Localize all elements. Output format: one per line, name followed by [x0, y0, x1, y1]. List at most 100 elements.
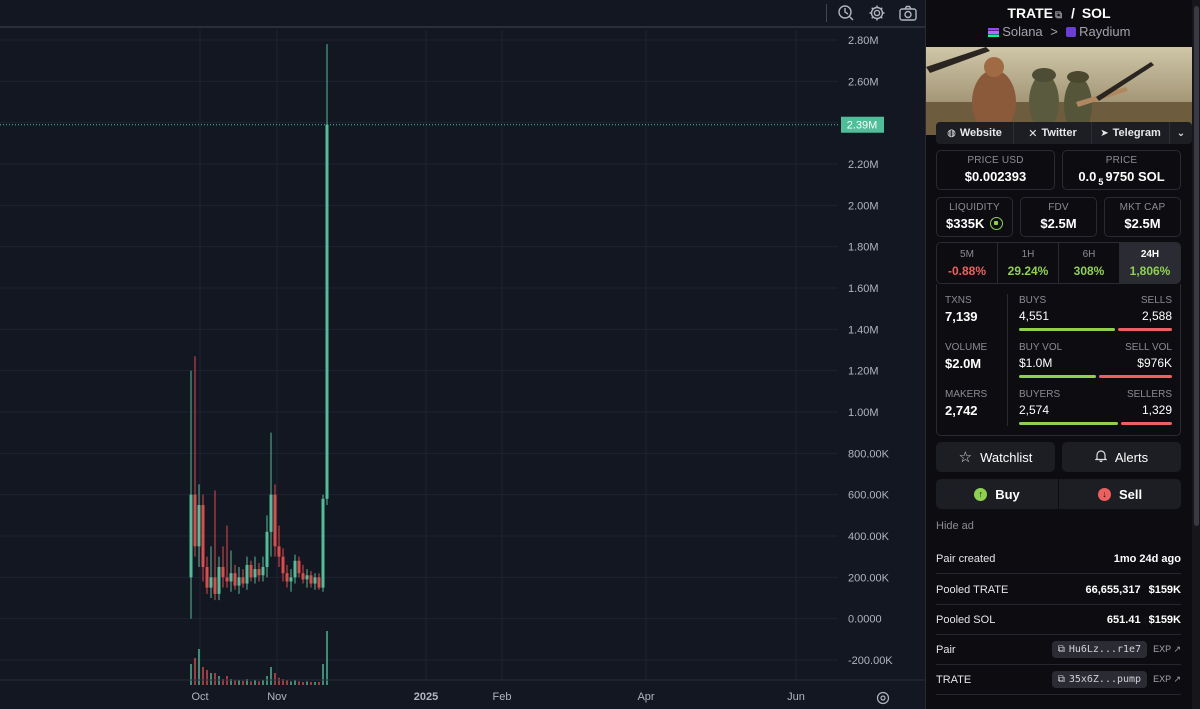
telegram-label: Telegram	[1112, 127, 1161, 139]
indicators-icon[interactable]	[835, 3, 857, 23]
y-tick-label: 1.60M	[848, 283, 879, 295]
token-address-copy[interactable]: ⧉ 35x6Z...pump	[1051, 671, 1148, 688]
tab-change: -0.88%	[947, 264, 987, 278]
volume-bar	[194, 658, 196, 685]
x-tick-label: Oct	[191, 691, 208, 703]
candle-body	[309, 575, 313, 584]
tab-24h[interactable]: 24H 1,806%	[1120, 243, 1180, 283]
arrow-up-icon: ↑	[974, 487, 988, 501]
volume-bar	[262, 680, 264, 685]
candle-body	[205, 567, 209, 588]
candle-body	[281, 556, 285, 574]
liquidity-value: $335K	[946, 216, 985, 231]
volume-bar	[254, 680, 256, 685]
price-chart[interactable]: 2.80M2.60M2.40M2.20M2.00M1.80M1.60M1.40M…	[0, 30, 925, 709]
candle-body	[189, 494, 193, 578]
pair-separator: /	[1071, 5, 1075, 21]
volume-bar	[302, 682, 304, 685]
watchlist-button[interactable]: ☆ Watchlist	[936, 442, 1055, 472]
x-icon: ✕	[1028, 127, 1038, 140]
tab-change: 29.24%	[1007, 264, 1049, 278]
pooled-base-amount: 66,655,317	[1085, 583, 1141, 596]
candle-body	[213, 577, 217, 594]
globe-icon: ◍	[947, 127, 956, 139]
pooled-base-label: Pooled TRATE	[936, 583, 1009, 596]
token-info-panel: TRATE ⧉ / SOL Solana > Raydium ◍ Website…	[925, 0, 1200, 709]
toolbar-divider	[826, 4, 827, 22]
alerts-label: Alerts	[1114, 449, 1149, 465]
txns-label: TXNS	[945, 295, 972, 306]
candle-body	[229, 573, 233, 582]
bell-icon	[1094, 449, 1108, 465]
copy-icon: ⧉	[1057, 644, 1065, 655]
token-address-label: TRATE	[936, 673, 972, 686]
price-sol-value: 0.0 5 9750 SOL	[1063, 169, 1180, 187]
tab-label: 24H	[1140, 249, 1160, 260]
tab-1h[interactable]: 1H 29.24%	[998, 243, 1059, 283]
raydium-icon	[1065, 27, 1076, 37]
x-tick-label: Nov	[267, 691, 287, 703]
candle-body	[249, 564, 253, 578]
twitter-link[interactable]: ✕ Twitter	[1014, 122, 1092, 144]
y-tick-label: 200.00K	[848, 572, 890, 584]
external-link-icon: ↗	[1173, 674, 1181, 684]
pooled-quote-amount: 651.41	[1106, 613, 1141, 626]
candle-body	[277, 546, 281, 557]
fdv-box: FDV $2.5M	[1020, 197, 1097, 237]
candle-body	[241, 577, 245, 584]
panel-scrollbar[interactable]	[1194, 6, 1199, 526]
y-tick-label: 1.80M	[848, 242, 879, 254]
dex-link[interactable]: Raydium	[1079, 24, 1130, 39]
pair-created-row: Pair created 1mo 24d ago	[936, 544, 1181, 574]
candle-body	[201, 505, 205, 567]
candle-body	[301, 573, 305, 580]
hide-ad-link[interactable]: Hide ad	[936, 520, 974, 532]
explorer-label: EXP	[1153, 674, 1171, 684]
tab-change: 1,806%	[1129, 264, 1171, 278]
pair-header: TRATE ⧉ / SOL Solana > Raydium	[926, 0, 1200, 46]
sellvol-value: $976K	[1137, 356, 1172, 370]
base-symbol: TRATE	[1007, 5, 1054, 21]
candle-body	[289, 577, 293, 582]
chain-link[interactable]: Solana	[1002, 24, 1042, 39]
volume-bar	[290, 681, 292, 685]
axis-settings-icon[interactable]	[876, 691, 890, 705]
buyers-label: BUYERS	[1019, 389, 1061, 400]
price-zero-count: 5	[1098, 176, 1104, 187]
telegram-link[interactable]: ➤ Telegram	[1092, 122, 1170, 144]
candle-body	[269, 494, 273, 532]
more-links-button[interactable]: ⌄	[1170, 122, 1192, 144]
sellvol-label: SELL VOL	[1125, 342, 1172, 353]
pair-address-copy[interactable]: ⧉ Hu6Lz...r1e7	[1051, 641, 1148, 658]
lock-icon[interactable]	[989, 217, 1003, 230]
volume-bar	[202, 667, 204, 685]
camera-icon[interactable]	[897, 3, 919, 23]
tab-6h[interactable]: 6H 308%	[1059, 243, 1120, 283]
settings-icon[interactable]	[866, 3, 888, 23]
chart-area[interactable]: 2.80M2.60M2.40M2.20M2.00M1.80M1.60M1.40M…	[0, 0, 925, 709]
token-explorer-link[interactable]: EXP ↗	[1153, 674, 1181, 685]
tab-5m[interactable]: 5M -0.88%	[937, 243, 998, 283]
candle-body	[237, 577, 241, 586]
pair-explorer-link[interactable]: EXP ↗	[1153, 644, 1181, 655]
fdv-label: FDV	[1048, 202, 1069, 213]
candle-body	[273, 494, 277, 547]
y-tick-label: 1.00M	[848, 407, 879, 419]
buy-button[interactable]: ↑ Buy	[936, 479, 1058, 509]
candle-body	[257, 569, 261, 576]
candle-body	[285, 573, 289, 582]
price-rest: 9750 SOL	[1105, 169, 1165, 184]
arrow-down-icon: ↓	[1097, 487, 1111, 501]
buyvol-value: $1.0M	[1019, 356, 1053, 370]
alerts-button[interactable]: Alerts	[1062, 442, 1181, 472]
volume-label: VOLUME	[945, 342, 988, 353]
website-link[interactable]: ◍ Website	[936, 122, 1014, 144]
candle-body	[265, 531, 269, 567]
y-tick-label: 2.20M	[848, 159, 879, 171]
y-tick-label: 0.0000	[848, 614, 882, 626]
volume-bar	[298, 681, 300, 685]
pair-address-label: Pair	[936, 643, 956, 656]
volume-bar	[274, 673, 276, 685]
copy-icon[interactable]: ⧉	[1055, 10, 1062, 21]
sell-button[interactable]: ↓ Sell	[1059, 479, 1181, 509]
